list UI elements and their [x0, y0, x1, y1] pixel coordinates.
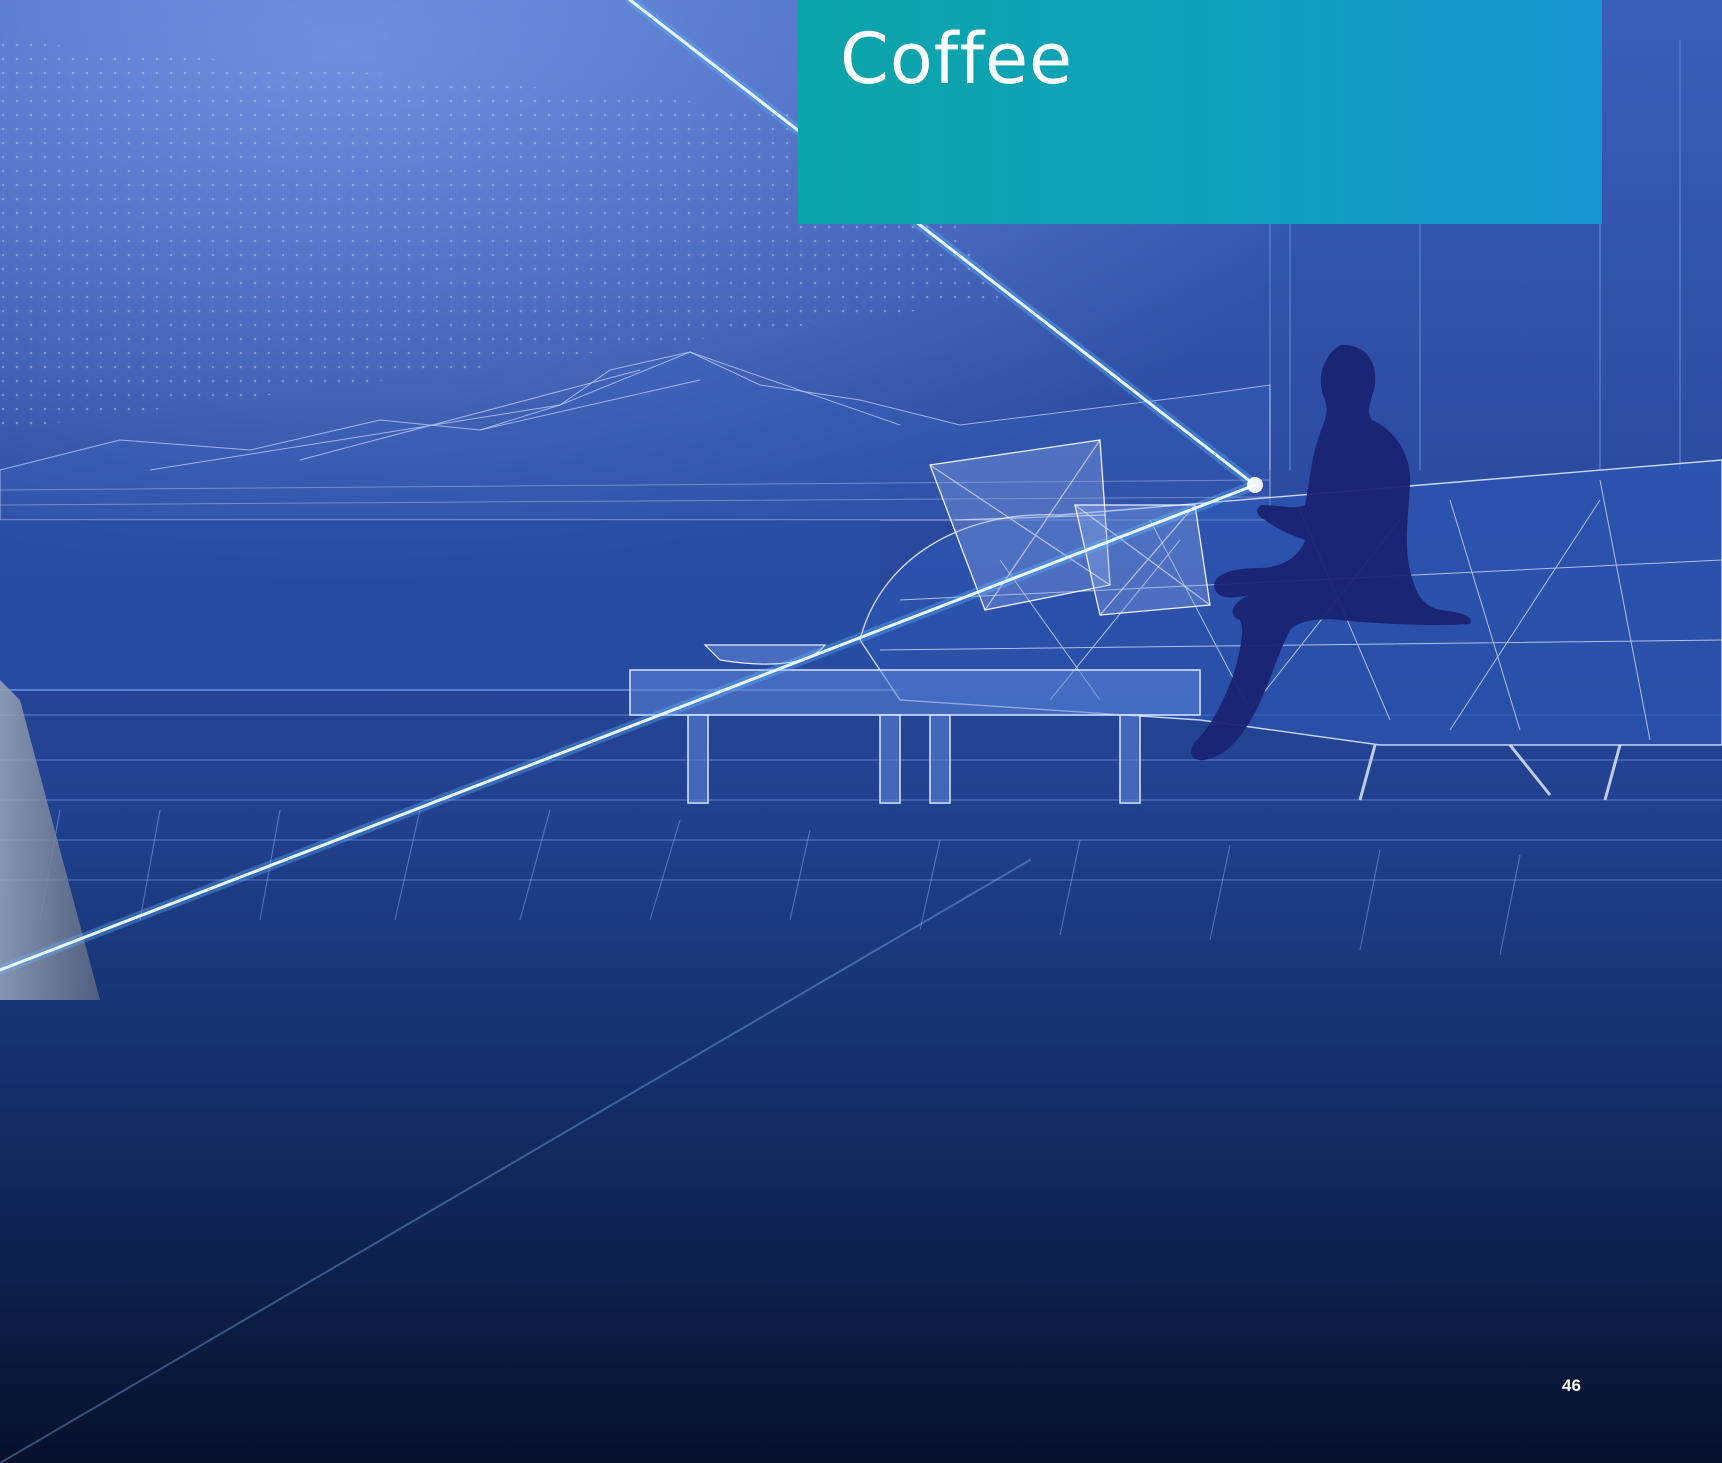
title-panel: Coffee: [798, 0, 1602, 224]
floor-shadow: [0, 860, 1722, 1463]
horizon-ledge: [0, 520, 880, 690]
page-number: 46: [1562, 1376, 1581, 1395]
page-title: Coffee: [840, 18, 1074, 100]
